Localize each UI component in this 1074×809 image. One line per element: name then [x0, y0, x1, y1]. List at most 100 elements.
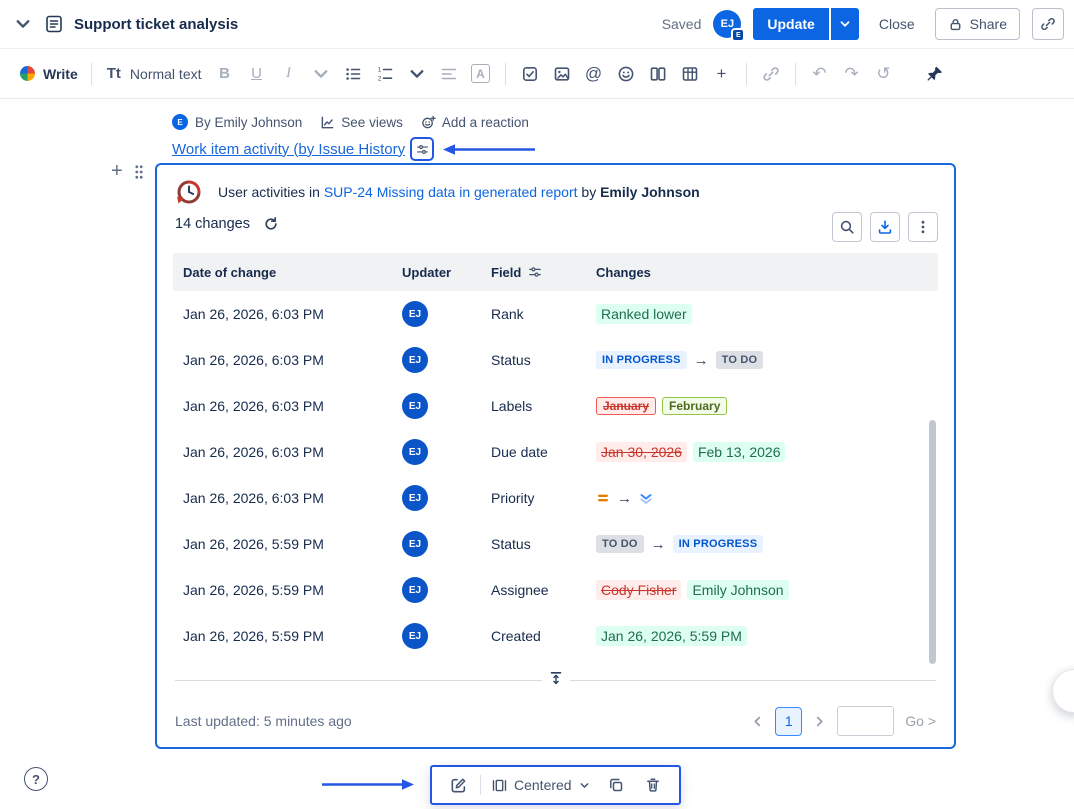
share-label: Share	[969, 16, 1007, 32]
text-color-icon[interactable]: A	[466, 59, 496, 89]
row-updater: EJ	[392, 301, 481, 327]
byline-avatar[interactable]: E	[172, 114, 188, 130]
row-updater: EJ	[392, 347, 481, 373]
page-number[interactable]: 1	[775, 706, 803, 736]
insert-plus-icon[interactable]: +	[707, 59, 737, 89]
table-icon[interactable]	[675, 59, 705, 89]
pagination-next-icon[interactable]	[813, 715, 826, 728]
pagination-prev-icon[interactable]	[751, 715, 764, 728]
updater-avatar[interactable]: EJ	[402, 531, 428, 557]
pin-toolbar-icon[interactable]	[920, 59, 950, 89]
edge-floating-button[interactable]	[1052, 669, 1074, 713]
card-title-author: Emily Johnson	[600, 184, 700, 200]
format-more-chevron-icon[interactable]	[306, 59, 336, 89]
updater-avatar[interactable]: EJ	[402, 301, 428, 327]
row-changes: Jan 30, 2026 Feb 13, 2026	[586, 442, 938, 462]
download-icon[interactable]	[870, 212, 900, 242]
share-button[interactable]: Share	[934, 8, 1020, 40]
layout-columns-icon[interactable]	[643, 59, 673, 89]
trash-icon[interactable]	[638, 770, 668, 800]
card-title: User activities in SUP-24 Missing data i…	[218, 184, 700, 200]
mention-icon[interactable]: @	[579, 59, 609, 89]
resize-height-icon[interactable]	[541, 671, 570, 688]
row-field: Status	[491, 352, 531, 368]
align-icon[interactable]	[434, 59, 464, 89]
topbar: Support ticket analysis Saved EJ E Updat…	[0, 0, 1074, 49]
table-row: Jan 26, 2026, 5:59 PM EJ Assignee Cody Fish…	[173, 567, 938, 613]
editor-toolbar: Write Tt Normal text B U I 12 A @ + ↶ ↷ …	[0, 49, 1074, 99]
version-history-icon[interactable]: ↺	[869, 59, 899, 89]
page-title: Support ticket analysis	[74, 15, 239, 33]
macro-settings-icon[interactable]	[410, 137, 435, 161]
update-button[interactable]: Update	[753, 8, 829, 40]
layout-dropdown[interactable]: Centered	[488, 777, 594, 793]
issue-link[interactable]: SUP-24 Missing data in generated report	[324, 184, 578, 200]
copy-link-button[interactable]	[1032, 8, 1064, 40]
row-changes: Jan 26, 2026, 5:59 PM	[586, 626, 938, 646]
row-date: Jan 26, 2026, 5:59 PM	[183, 628, 324, 644]
annotation-arrow-right-icon	[322, 779, 414, 790]
field-filter-icon[interactable]	[528, 265, 542, 279]
row-field: Rank	[491, 306, 524, 322]
svg-text:1: 1	[377, 66, 381, 73]
col-updater: Updater	[402, 264, 452, 280]
card-footer: Last updated: 5 minutes ago 1 Go >	[175, 701, 936, 741]
close-button[interactable]: Close	[871, 16, 923, 32]
italic-button[interactable]: I	[274, 59, 304, 89]
changes-count: 14 changes	[175, 216, 250, 232]
page-input[interactable]	[837, 706, 895, 736]
insert-link-icon[interactable]	[756, 59, 786, 89]
updater-avatar[interactable]: EJ	[402, 577, 428, 603]
search-icon[interactable]	[832, 212, 862, 242]
macro-title-link[interactable]: Work item activity (by Issue History	[172, 141, 405, 158]
collapse-chevron-icon[interactable]	[12, 9, 34, 39]
card-header: User activities in SUP-24 Missing data i…	[175, 178, 700, 206]
copy-icon[interactable]	[601, 770, 631, 800]
row-updater: EJ	[392, 531, 481, 557]
bullet-list-icon[interactable]	[338, 59, 368, 89]
image-icon[interactable]	[547, 59, 577, 89]
numbered-list-icon[interactable]: 12	[370, 59, 400, 89]
updater-avatar[interactable]: EJ	[402, 347, 428, 373]
avatar[interactable]: EJ E	[713, 10, 746, 42]
go-button[interactable]: Go >	[905, 713, 936, 729]
insert-block-plus-icon[interactable]: +	[111, 161, 123, 181]
avatar-edit-badge: E	[731, 28, 746, 42]
changes-count-row: 14 changes	[175, 216, 279, 232]
add-reaction-button[interactable]: Add a reaction	[421, 115, 529, 130]
text-style-dropdown[interactable]: Tt Normal text	[101, 65, 208, 82]
table-header: Date of change Updater Field Changes	[173, 253, 938, 291]
row-date: Jan 26, 2026, 6:03 PM	[183, 306, 324, 322]
text-color-label: A	[471, 64, 490, 83]
redo-icon[interactable]: ↷	[837, 59, 867, 89]
table-scrollbar[interactable]	[929, 420, 936, 664]
bold-button[interactable]: B	[210, 59, 240, 89]
change-badge-todo: TO DO	[715, 351, 764, 369]
priority-medium-icon	[596, 491, 610, 505]
write-mode-button[interactable]: Write	[16, 66, 82, 82]
undo-icon[interactable]: ↶	[805, 59, 835, 89]
col-field-label: Field	[491, 264, 522, 280]
updater-avatar[interactable]: EJ	[402, 393, 428, 419]
kebab-menu-icon[interactable]	[908, 212, 938, 242]
link-icon	[1040, 16, 1056, 32]
work-item-activity-card[interactable]: User activities in SUP-24 Missing data i…	[155, 163, 956, 749]
text-style-icon: Tt	[106, 65, 121, 82]
task-list-icon[interactable]	[515, 59, 545, 89]
drag-handle-icon[interactable]	[134, 164, 144, 183]
refresh-icon[interactable]	[263, 216, 279, 232]
emoji-icon[interactable]	[611, 59, 641, 89]
help-icon[interactable]: ?	[24, 767, 48, 791]
row-date: Jan 26, 2026, 6:03 PM	[183, 398, 324, 414]
underline-button[interactable]: U	[242, 59, 272, 89]
updater-avatar[interactable]: EJ	[402, 485, 428, 511]
updater-avatar[interactable]: EJ	[402, 623, 428, 649]
analytics-chart-icon	[320, 115, 335, 130]
see-views-button[interactable]: See views	[320, 115, 403, 130]
edit-icon[interactable]	[443, 770, 473, 800]
add-reaction-icon	[421, 115, 436, 130]
list-more-chevron-icon[interactable]	[402, 59, 432, 89]
byline-author: By Emily Johnson	[195, 114, 303, 130]
update-dropdown-button[interactable]	[830, 8, 859, 40]
updater-avatar[interactable]: EJ	[402, 439, 428, 465]
